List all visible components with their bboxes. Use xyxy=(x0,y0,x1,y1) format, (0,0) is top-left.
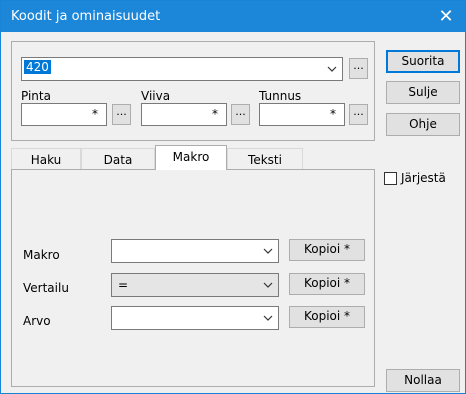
close-button[interactable]: ✕ xyxy=(427,1,465,32)
arvo-select[interactable] xyxy=(111,306,279,330)
vertailu-select[interactable]: = xyxy=(111,273,279,297)
viiva-value: * xyxy=(212,107,218,121)
chevron-down-icon xyxy=(263,315,273,321)
tab-data[interactable]: Data xyxy=(81,148,155,170)
ohje-button[interactable]: Ohje xyxy=(386,113,460,136)
window-title: Koodit ja ominaisuudet xyxy=(11,9,161,24)
viiva-field[interactable]: * xyxy=(141,103,227,126)
tunnus-field[interactable]: * xyxy=(259,103,345,126)
sulje-button[interactable]: Sulje xyxy=(386,81,460,104)
tunnus-label: Tunnus xyxy=(259,89,302,103)
properties-dialog: Koodit ja ominaisuudet ✕ 420 ... Pinta *… xyxy=(0,0,466,394)
viiva-label: Viiva xyxy=(141,89,171,103)
jarjesta-label: Järjestä xyxy=(401,171,446,185)
vertailu-copy-button[interactable]: Kopioi * xyxy=(289,273,365,295)
title-bar[interactable]: Koodit ja ominaisuudet ✕ xyxy=(1,1,465,32)
chevron-down-icon xyxy=(263,248,273,254)
code-group xyxy=(11,41,375,141)
chevron-down-icon xyxy=(327,66,337,72)
arvo-copy-button[interactable]: Kopioi * xyxy=(289,306,365,328)
viiva-more-button[interactable]: ... xyxy=(231,104,250,125)
pinta-field[interactable]: * xyxy=(21,103,107,126)
arvo-label: Arvo xyxy=(23,314,51,328)
vertailu-select-value: = xyxy=(118,278,129,292)
code-combo-value: 420 xyxy=(24,60,51,74)
code-more-button[interactable]: ... xyxy=(349,58,368,79)
suorita-button[interactable]: Suorita xyxy=(386,50,460,73)
makro-copy-button[interactable]: Kopioi * xyxy=(289,239,365,261)
makro-label: Makro xyxy=(23,248,60,262)
tab-teksti[interactable]: Teksti xyxy=(227,148,303,170)
chevron-down-icon xyxy=(263,282,273,288)
vertailu-label: Vertailu xyxy=(23,281,69,295)
code-combo[interactable]: 420 xyxy=(21,57,343,81)
makro-select[interactable] xyxy=(111,239,279,263)
tunnus-more-button[interactable]: ... xyxy=(349,104,368,125)
jarjesta-checkbox[interactable] xyxy=(384,172,397,185)
pinta-label: Pinta xyxy=(21,89,51,103)
tab-makro[interactable]: Makro xyxy=(155,145,227,170)
nollaa-button[interactable]: Nollaa xyxy=(386,369,460,392)
pinta-value: * xyxy=(92,107,98,121)
tab-haku[interactable]: Haku xyxy=(11,148,81,170)
pinta-more-button[interactable]: ... xyxy=(112,104,131,125)
tunnus-value: * xyxy=(330,107,336,121)
